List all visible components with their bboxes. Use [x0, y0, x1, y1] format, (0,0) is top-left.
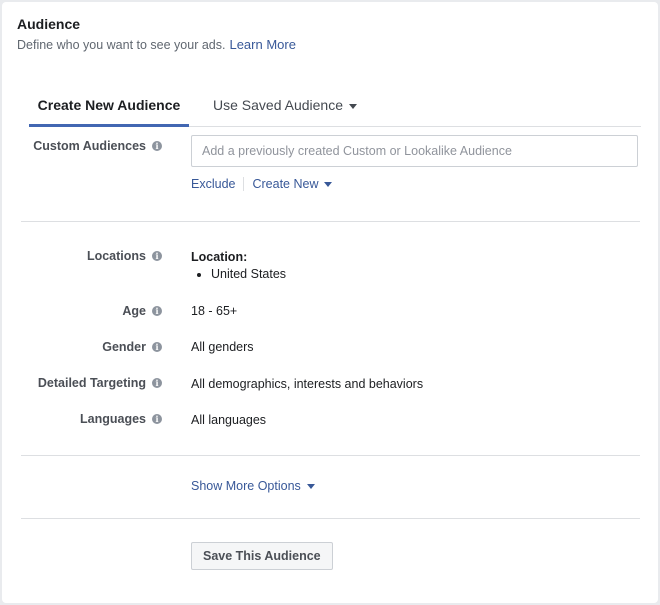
show-more-label: Show More Options: [191, 479, 301, 493]
learn-more-link[interactable]: Learn More: [229, 37, 295, 52]
show-more-options-link[interactable]: Show More Options: [191, 479, 315, 493]
custom-audiences-label: Custom Audiences i: [33, 139, 162, 153]
gender-value: All genders: [191, 340, 254, 354]
create-new-dropdown[interactable]: Create New: [252, 177, 333, 191]
section-title: Audience: [17, 16, 81, 32]
tab-label: Create New Audience: [37, 97, 181, 113]
save-audience-button[interactable]: Save This Audience: [191, 542, 333, 570]
exclude-link[interactable]: Exclude: [191, 177, 235, 191]
caret-down-icon: [348, 103, 357, 109]
age-label-text: Age: [122, 304, 146, 318]
tab-create-new-audience[interactable]: Create New Audience: [29, 84, 189, 127]
divider: [21, 455, 640, 456]
detailed-targeting-value: All demographics, interests and behavior…: [191, 377, 424, 391]
gender-label-text: Gender: [102, 340, 146, 354]
caret-down-icon: [306, 484, 315, 490]
caret-down-icon: [324, 182, 333, 188]
detailed-targeting-label-text: Detailed Targeting: [37, 376, 146, 390]
section-subtitle: Define who you want to see your ads. Lear…: [17, 37, 296, 52]
info-icon[interactable]: i: [152, 414, 162, 424]
link-separator: [243, 177, 245, 191]
location-heading: Location:: [191, 250, 248, 264]
locations-label: Locations i: [87, 249, 162, 263]
languages-value: All languages: [191, 413, 267, 427]
custom-audiences-input[interactable]: [191, 135, 638, 167]
info-icon[interactable]: i: [152, 342, 162, 352]
info-icon[interactable]: i: [152, 251, 162, 261]
info-icon[interactable]: i: [152, 306, 162, 316]
custom-audiences-label-text: Custom Audiences: [33, 139, 146, 153]
age-value: 18 - 65+: [191, 304, 238, 318]
languages-label-text: Languages: [80, 412, 146, 426]
subtitle-text: Define who you want to see your ads.: [17, 38, 226, 52]
locations-value: Location: United States: [191, 250, 286, 282]
divider: [21, 221, 640, 222]
audience-panel: Audience Define who you want to see your…: [2, 2, 658, 603]
tab-label: Use Saved Audience: [213, 97, 343, 113]
locations-label-text: Locations: [86, 249, 146, 263]
create-new-label: Create New: [252, 177, 319, 191]
info-icon[interactable]: i: [152, 141, 162, 151]
tab-use-saved-audience[interactable]: Use Saved Audience: [213, 84, 357, 124]
languages-label: Languages i: [80, 412, 162, 426]
divider: [21, 518, 640, 519]
audience-tabs: Create New Audience Use Saved Audience: [29, 84, 641, 127]
custom-audience-actions: Exclude Create New: [191, 177, 333, 191]
age-label: Age i: [122, 304, 162, 318]
gender-label: Gender i: [102, 340, 162, 354]
location-item: United States: [211, 266, 286, 282]
location-list: United States: [191, 266, 286, 282]
info-icon[interactable]: i: [152, 378, 162, 388]
detailed-targeting-label: Detailed Targeting i: [38, 376, 162, 390]
